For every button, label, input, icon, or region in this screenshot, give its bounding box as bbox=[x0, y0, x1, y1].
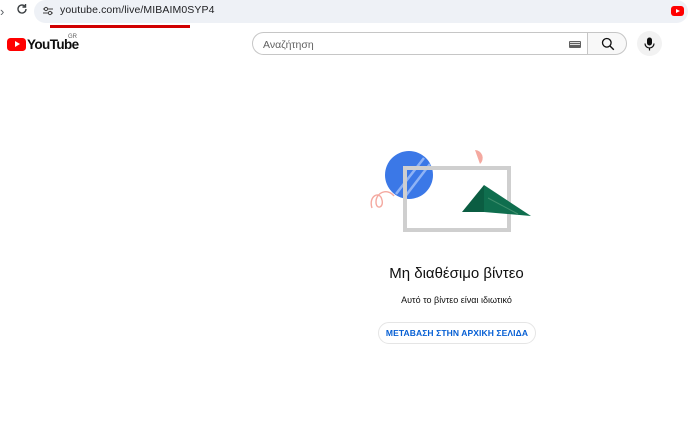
browser-toolbar: › youtube.com/live/MIBAIM0SYP4 bbox=[0, 0, 692, 28]
search-button[interactable] bbox=[587, 32, 627, 55]
green-triangle-shape bbox=[462, 185, 484, 212]
voice-search-button[interactable] bbox=[637, 31, 662, 56]
address-bar[interactable]: youtube.com/live/MIBAIM0SYP4 bbox=[34, 0, 688, 23]
go-home-button[interactable]: ΜΕΤΑΒΑΣΗ ΣΤΗΝ ΑΡΧΙΚΗ ΣΕΛΙΔΑ bbox=[378, 322, 536, 344]
country-code: GR bbox=[68, 34, 77, 40]
pink-half-circle-shape bbox=[475, 150, 483, 164]
page-title: Μη διαθέσιμο βίντεο bbox=[389, 265, 524, 282]
page-subtitle: Αυτό το βίντεο είναι ιδιωτικό bbox=[401, 295, 512, 305]
search-box[interactable] bbox=[252, 32, 587, 55]
blue-circle-shape bbox=[385, 151, 433, 199]
url-underline bbox=[50, 25, 190, 28]
youtube-logo-icon bbox=[7, 37, 26, 51]
url-text[interactable]: youtube.com/live/MIBAIM0SYP4 bbox=[60, 4, 215, 16]
search-icon bbox=[601, 37, 615, 51]
site-info-icon[interactable] bbox=[42, 6, 54, 16]
keyboard-icon[interactable] bbox=[569, 41, 581, 48]
unavailable-video-illustration bbox=[370, 150, 531, 232]
youtube-tab-icon bbox=[671, 6, 684, 16]
reload-icon[interactable] bbox=[14, 3, 30, 19]
back-arrow-icon[interactable]: › bbox=[0, 4, 10, 20]
search-input[interactable] bbox=[263, 38, 553, 51]
mic-icon bbox=[644, 37, 655, 51]
pink-squiggle-shape bbox=[370, 191, 395, 209]
